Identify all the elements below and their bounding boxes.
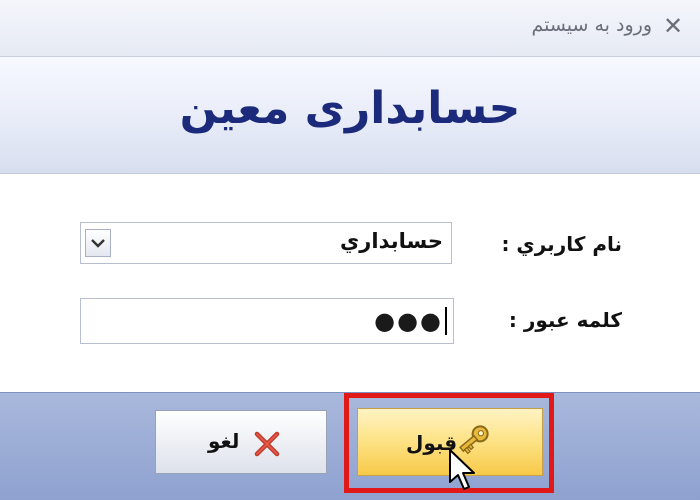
- app-title: حسابداری معین: [179, 83, 521, 134]
- key-icon: [459, 425, 489, 455]
- password-label: کلمه عبور :: [508, 308, 622, 332]
- password-input[interactable]: ●●●: [80, 298, 454, 344]
- password-mask: ●●●: [374, 307, 443, 335]
- username-value: حسابداري: [340, 229, 443, 253]
- window-title: ورود به سيستم: [531, 14, 652, 36]
- text-caret: [445, 307, 447, 335]
- title-bar: ورود به سيستم ✕: [0, 0, 700, 57]
- chevron-down-icon[interactable]: [85, 229, 111, 257]
- ok-button-label: قبول: [406, 431, 458, 455]
- x-icon: [254, 431, 280, 457]
- login-dialog: ورود به سيستم ✕ حسابداری معین نام کاربري…: [0, 0, 700, 500]
- username-combobox[interactable]: حسابداري: [80, 222, 452, 264]
- close-icon[interactable]: ✕: [660, 12, 686, 40]
- username-label: نام کاربري :: [501, 232, 622, 256]
- header-banner: حسابداری معین: [0, 57, 700, 174]
- ok-button[interactable]: قبول: [357, 408, 543, 476]
- cancel-button-label: لغو: [208, 429, 240, 453]
- cancel-button[interactable]: لغو: [155, 410, 327, 474]
